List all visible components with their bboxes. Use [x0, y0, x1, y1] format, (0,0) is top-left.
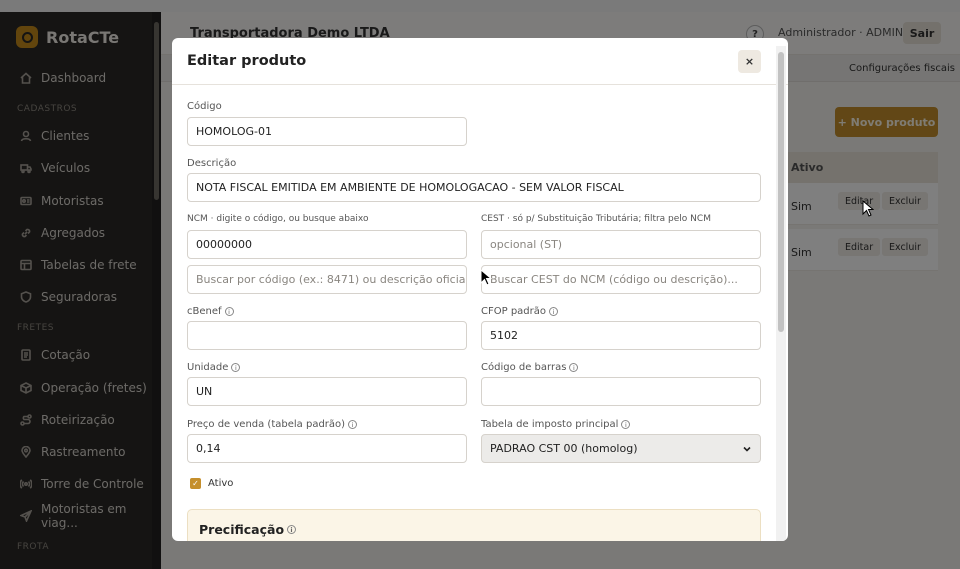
unidade-label-wrap: Unidade i [187, 362, 241, 373]
descricao-label: Descrição [187, 158, 237, 169]
chevron-down-icon [743, 446, 751, 452]
info-icon[interactable]: i [569, 363, 579, 372]
codigo-input[interactable]: HOMOLOG-01 [187, 117, 467, 146]
cest-search-input[interactable]: Buscar CEST do NCM (código ou descrição)… [481, 265, 761, 294]
info-icon[interactable]: i [549, 307, 558, 316]
imposto-select[interactable]: PADRAO CST 00 (homolog) [481, 434, 761, 463]
unidade-label: Unidade [187, 362, 229, 373]
imposto-label: Tabela de imposto principal [481, 419, 619, 430]
barras-label-wrap: Código de barras i [481, 362, 579, 373]
info-icon[interactable]: i [621, 420, 631, 429]
edit-product-modal: Editar produto × Código HOMOLOG-01 Descr… [172, 38, 788, 541]
barras-label: Código de barras [481, 362, 567, 373]
codigo-label: Código [187, 101, 222, 112]
cest-input[interactable]: opcional (ST) [481, 230, 761, 259]
close-button[interactable]: × [738, 50, 761, 73]
cfop-label-wrap: CFOP padrão i [481, 306, 558, 317]
cfop-label: CFOP padrão [481, 306, 546, 317]
preco-input[interactable]: 0,14 [187, 434, 467, 463]
info-icon[interactable]: i [287, 525, 297, 534]
info-icon[interactable]: i [224, 307, 234, 316]
cest-label: CEST · só p/ Substituição Tributária; fi… [481, 214, 711, 224]
scrollbar-thumb[interactable] [778, 52, 784, 332]
modal-scrollbar[interactable] [776, 46, 786, 541]
ativo-label: Ativo [208, 478, 234, 489]
ncm-input[interactable]: 00000000 [187, 230, 467, 259]
ncm-label: NCM · digite o código, ou busque abaixo [187, 214, 369, 224]
precificacao-title-wrap: Precificação i [199, 522, 297, 537]
info-icon[interactable]: i [348, 420, 358, 429]
ativo-checkbox[interactable]: ✓ [190, 478, 201, 489]
mouse-cursor-icon [862, 200, 874, 217]
ncm-search-input[interactable]: Buscar por código (ex.: 8471) ou descriç… [187, 265, 467, 294]
modal-header: Editar produto [172, 38, 788, 85]
precificacao-title: Precificação [199, 522, 285, 537]
preco-label-wrap: Preço de venda (tabela padrão) i [187, 419, 358, 430]
unidade-input[interactable]: UN [187, 377, 467, 406]
barras-input[interactable] [481, 377, 761, 406]
cfop-input[interactable]: 5102 [481, 321, 761, 350]
descricao-input[interactable]: NOTA FISCAL EMITIDA EM AMBIENTE DE HOMOL… [187, 173, 761, 202]
preco-label: Preço de venda (tabela padrão) [187, 419, 346, 430]
cbenef-label-wrap: cBenef i [187, 306, 234, 317]
imposto-select-value: PADRAO CST 00 (homolog) [490, 442, 638, 455]
modal-title: Editar produto [187, 53, 307, 69]
cbenef-input[interactable] [187, 321, 467, 350]
info-icon[interactable]: i [231, 363, 241, 372]
precificacao-section: Precificação i [187, 509, 761, 541]
mouse-cursor-icon [480, 269, 492, 286]
imposto-label-wrap: Tabela de imposto principal i [481, 419, 631, 430]
cbenef-label: cBenef [187, 306, 222, 317]
